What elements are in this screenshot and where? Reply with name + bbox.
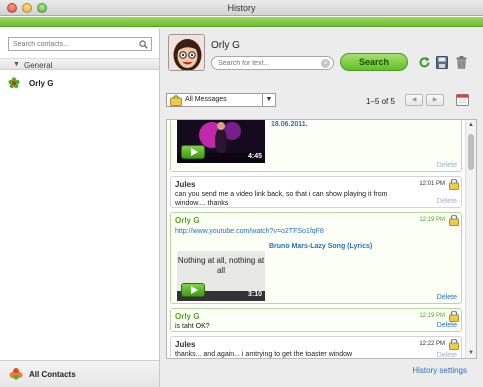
calendar-icon[interactable] [456,93,469,108]
lock-icon [449,178,459,192]
search-button[interactable]: Search [340,53,408,71]
message-text: can you send me a video link back, so th… [175,191,388,207]
message-sender: Orly G [175,312,200,321]
message-link[interactable]: http://www.youtube.com/watch?v=o2TFSo1fq… [175,227,324,236]
video-thumbnail[interactable]: Nothing at all, nothing at all 3:10 [177,251,265,301]
play-icon[interactable] [181,283,205,297]
lock-icon [449,214,459,228]
list-item: Jules 12:22 PM thanks... and again... i … [170,336,462,358]
history-main-pane: Orly G × Search All Messages ▼ 1–5 of 5 … [160,28,483,387]
search-text-field[interactable]: × [211,56,334,70]
clear-search-icon[interactable]: × [321,59,330,68]
delete-link[interactable]: Delete [437,294,457,301]
group-header-general[interactable]: ▼ General [0,58,159,70]
search-icon[interactable] [139,40,148,51]
message-filter-select[interactable]: All Messages ▼ [166,93,276,107]
all-contacts-label: All Contacts [29,370,76,379]
chevron-down-icon[interactable]: ▼ [262,94,275,106]
delete-link[interactable]: Delete [437,162,457,169]
message-scrollbar[interactable]: ▲ ▼ [465,120,476,358]
avatar [168,34,205,71]
search-text-input[interactable] [212,57,317,69]
contact-item-orly-g[interactable]: Orly G [0,74,159,92]
list-item: Jules 12:01 PM can you send me a video l… [170,176,462,208]
search-contacts-field[interactable] [8,37,152,51]
lock-icon [449,338,459,352]
contact-name: Orly G [29,79,54,88]
window-title: History [227,3,256,13]
group-label: General [24,61,53,70]
trash-icon[interactable] [456,56,467,71]
header-contact-name: Orly G [211,40,240,51]
scrollbar-thumb[interactable] [468,134,474,170]
list-item: 4:45 Amy Winehouse - Belgrade - Back To … [170,120,462,172]
flower-icon [8,77,20,91]
list-item: Orly G 12:19 PM http://www.youtube.com/w… [170,212,462,304]
video-duration: 4:45 [247,153,262,160]
history-settings-link[interactable]: History settings [412,366,467,375]
scroll-up-icon[interactable]: ▲ [468,122,474,128]
message-text: thanks... and again... i amtrying to get… [175,351,353,358]
message-list[interactable]: 4:45 Amy Winehouse - Belgrade - Back To … [166,119,477,359]
delete-link[interactable]: Delete [437,198,457,205]
title-bar: History [0,0,483,16]
contacts-group-icon [9,367,23,383]
scroll-down-icon[interactable]: ▼ [468,350,474,356]
play-icon[interactable] [181,145,205,159]
video-duration: 3:10 [247,291,262,298]
message-time: 12:22 PM [419,341,445,347]
search-contacts-input[interactable] [9,38,133,50]
video-title-link[interactable]: Amy Winehouse - Belgrade - Back To Black… [271,120,441,129]
list-item: Orly G 12:19 PM is taht OK? Delete [170,308,462,332]
video-title-link[interactable]: Bruno Mars-Lazy Song (Lyrics) [269,243,372,250]
message-time: 12:19 PM [419,217,445,223]
save-icon[interactable] [436,56,448,71]
pager-count: 1–5 of 5 [366,97,395,106]
message-time: 12:01 PM [419,181,445,187]
message-text: is taht OK? [175,323,210,330]
toolbar-strip [0,17,483,27]
message-sender: Jules [175,180,196,189]
previous-page-button[interactable]: ◀ [405,94,423,106]
video-thumbnail[interactable]: 4:45 [177,120,265,163]
contacts-sidebar: ▼ General Orly G All Contacts [0,28,160,387]
next-page-button[interactable]: ▶ [426,94,444,106]
messages-filter-icon [170,94,182,108]
filter-selected-label: All Messages [185,96,227,103]
refresh-icon[interactable] [418,56,431,71]
all-contacts-button[interactable]: All Contacts [0,360,159,387]
delete-link[interactable]: Delete [437,322,457,329]
delete-link[interactable]: Delete [437,352,457,358]
message-sender: Jules [175,340,196,349]
disclosure-triangle-icon[interactable]: ▼ [13,61,20,68]
message-time: 12:19 PM [419,313,445,319]
message-sender: Orly G [175,216,200,225]
video-caption: Nothing at all, nothing at all [177,256,265,275]
